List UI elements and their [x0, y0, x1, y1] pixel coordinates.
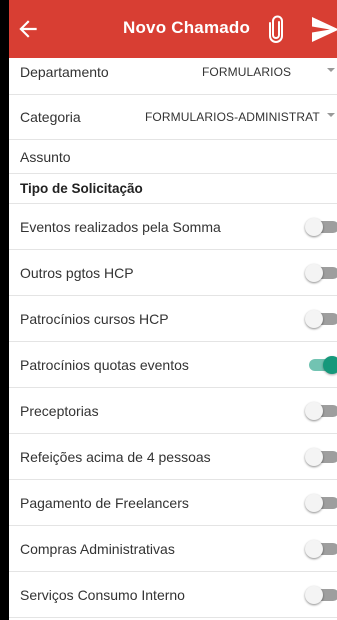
- toggle-switch[interactable]: [305, 402, 337, 420]
- toggle-switch[interactable]: [305, 448, 337, 466]
- toggle-row[interactable]: Refeições acima de 4 pessoas: [9, 434, 337, 480]
- app-screen: Novo Chamado Departamento FORMULARIOS Ca…: [9, 0, 337, 620]
- switch-knob: [305, 494, 323, 512]
- section-title: Tipo de Solicitação: [20, 181, 143, 196]
- switch-knob: [305, 448, 323, 466]
- paperclip-icon[interactable]: [267, 15, 285, 43]
- toggle-switch[interactable]: [305, 494, 337, 512]
- toggle-row[interactable]: Patrocínios cursos HCP: [9, 296, 337, 342]
- toggle-switch[interactable]: [305, 310, 337, 328]
- toggle-row[interactable]: Outros pgtos HCP: [9, 250, 337, 296]
- toggle-label: Patrocínios quotas eventos: [20, 356, 189, 373]
- toggle-switch[interactable]: [305, 218, 337, 236]
- departamento-value: FORMULARIOS: [202, 65, 292, 79]
- switch-knob: [305, 264, 323, 282]
- page-title: Novo Chamado: [123, 18, 251, 37]
- switch-knob: [305, 540, 323, 558]
- switch-knob: [305, 310, 323, 328]
- categoria-label: Categoria: [20, 109, 81, 125]
- toggle-row[interactable]: Patrocínios quotas eventos: [9, 342, 337, 388]
- categoria-select[interactable]: Categoria FORMULARIOS-ADMINISTRAT: [9, 95, 337, 140]
- toggle-switch[interactable]: [305, 356, 337, 374]
- toggle-label: Patrocínios cursos HCP: [20, 310, 169, 327]
- categoria-value: FORMULARIOS-ADMINISTRAT: [145, 110, 320, 124]
- toggle-switch[interactable]: [305, 540, 337, 558]
- section-header: Tipo de Solicitação: [9, 174, 337, 204]
- switch-knob: [323, 356, 337, 374]
- toggle-label: Eventos realizados pela Somma: [20, 218, 221, 235]
- toggle-row[interactable]: Pagamento de Freelancers: [9, 480, 337, 526]
- assunto-field[interactable]: Assunto: [9, 140, 337, 174]
- switch-knob: [305, 402, 323, 420]
- switch-knob: [305, 586, 323, 604]
- toggle-switch[interactable]: [305, 586, 337, 604]
- switch-knob: [305, 218, 323, 236]
- arrow-left-icon[interactable]: [15, 16, 41, 42]
- toggle-label: Refeições acima de 4 pessoas: [20, 448, 211, 465]
- toggle-switch[interactable]: [305, 264, 337, 282]
- toggle-label: Outros pgtos HCP: [20, 264, 134, 281]
- toggle-label: Pagamento de Freelancers: [20, 494, 189, 511]
- assunto-label: Assunto: [20, 148, 71, 165]
- send-icon[interactable]: [310, 16, 337, 43]
- toggle-label: Serviços Consumo Interno: [20, 586, 185, 603]
- toggle-label: Compras Administrativas: [20, 540, 175, 557]
- toggle-label: Preceptorias: [20, 402, 99, 419]
- toggle-row[interactable]: Preceptorias: [9, 388, 337, 434]
- toggle-row[interactable]: Serviços Consumo Interno: [9, 572, 337, 618]
- departamento-select[interactable]: Departamento FORMULARIOS: [9, 50, 337, 95]
- toggle-row[interactable]: Compras Administrativas: [9, 526, 337, 572]
- chevron-down-icon: [327, 113, 335, 117]
- departamento-label: Departamento: [20, 64, 109, 80]
- toggle-row[interactable]: Eventos realizados pela Somma: [9, 204, 337, 250]
- chevron-down-icon: [327, 68, 335, 72]
